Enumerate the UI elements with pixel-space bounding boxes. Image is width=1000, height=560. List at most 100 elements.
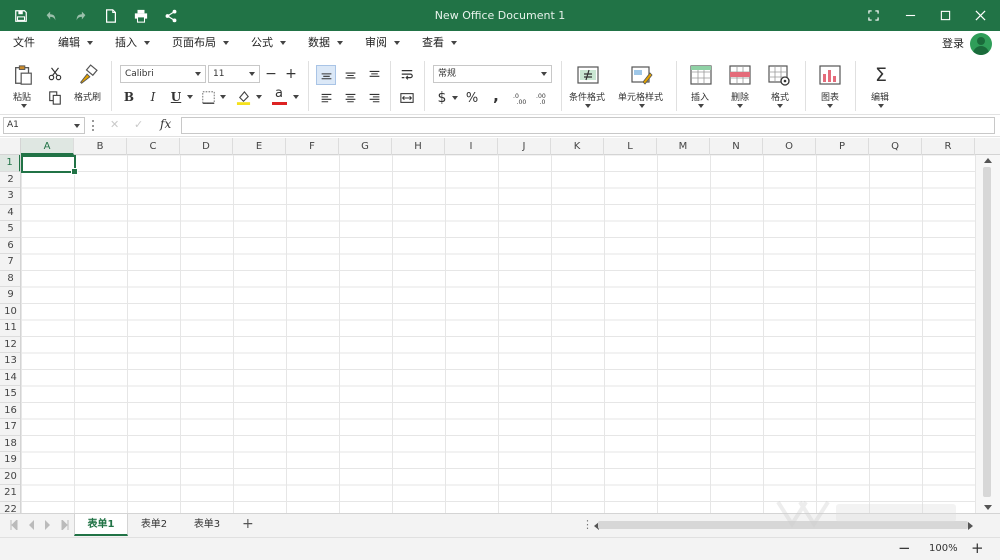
column-header[interactable]: E <box>233 138 286 155</box>
border-button[interactable] <box>200 89 216 105</box>
row-header[interactable]: 20 <box>0 469 20 485</box>
confirm-edit-button[interactable]: ✓ <box>134 118 143 131</box>
insert-function-button[interactable]: fx <box>160 117 171 131</box>
new-document-icon[interactable] <box>96 0 126 31</box>
insert-cells-button[interactable] <box>689 63 713 87</box>
menu-data[interactable]: 数据 <box>308 31 343 57</box>
row-header[interactable]: 12 <box>0 337 20 353</box>
save-icon[interactable] <box>6 0 36 31</box>
column-header[interactable]: G <box>339 138 392 155</box>
row-header[interactable]: 15 <box>0 386 20 403</box>
row-header[interactable]: 3 <box>0 188 20 205</box>
merge-cells-button[interactable] <box>397 88 417 108</box>
column-header[interactable]: D <box>180 138 233 155</box>
wrap-text-button[interactable] <box>397 65 417 85</box>
chevron-down-icon[interactable] <box>777 104 783 108</box>
sheet-tab-1[interactable]: 表单1 <box>74 514 128 536</box>
bold-button[interactable]: B <box>120 88 138 106</box>
share-icon[interactable] <box>156 0 186 31</box>
formula-input[interactable] <box>181 117 995 134</box>
underline-button[interactable]: U <box>168 88 184 106</box>
column-header[interactable]: B <box>74 138 127 155</box>
menu-review[interactable]: 审阅 <box>365 31 400 57</box>
row-header[interactable]: 4 <box>0 205 20 221</box>
row-header[interactable]: 14 <box>0 370 20 386</box>
prev-sheet-icon[interactable] <box>27 520 35 530</box>
cell-grid[interactable] <box>21 155 976 513</box>
chevron-down-icon[interactable] <box>220 95 226 99</box>
column-header[interactable]: R <box>922 138 975 155</box>
align-top-button[interactable] <box>316 65 336 85</box>
row-header[interactable]: 13 <box>0 353 20 370</box>
font-size-select[interactable]: 11 <box>208 65 260 83</box>
scroll-right-icon[interactable] <box>968 522 973 530</box>
chevron-down-icon[interactable] <box>878 104 884 108</box>
row-header[interactable]: 10 <box>0 304 20 320</box>
close-icon[interactable] <box>963 0 997 31</box>
name-box[interactable]: A1 <box>3 117 85 134</box>
tab-splitter-handle[interactable]: ⋮ <box>582 518 593 531</box>
decrease-font-button[interactable]: − <box>262 65 280 83</box>
chevron-down-icon[interactable] <box>21 104 27 108</box>
align-left-button[interactable] <box>316 88 336 108</box>
paste-button[interactable] <box>10 62 36 88</box>
chevron-down-icon[interactable] <box>452 96 458 100</box>
zoom-out-button[interactable]: − <box>898 539 911 557</box>
column-header[interactable]: J <box>498 138 551 155</box>
align-bottom-button[interactable] <box>364 65 384 85</box>
zoom-level[interactable]: 100% <box>929 543 958 554</box>
fill-color-button[interactable] <box>234 87 252 107</box>
align-center-button[interactable] <box>340 88 360 108</box>
column-header[interactable]: C <box>127 138 180 155</box>
chevron-down-icon[interactable] <box>827 104 833 108</box>
menu-page-layout[interactable]: 页面布局 <box>172 31 229 57</box>
font-name-select[interactable]: Calibri <box>120 65 206 83</box>
row-header[interactable]: 8 <box>0 271 20 287</box>
copy-button[interactable] <box>46 89 64 107</box>
login-link[interactable]: 登录 <box>942 35 964 51</box>
chevron-down-icon[interactable] <box>698 104 704 108</box>
chevron-down-icon[interactable] <box>737 104 743 108</box>
vertical-scrollbar[interactable] <box>976 155 1000 513</box>
column-header[interactable]: A <box>21 138 74 155</box>
italic-button[interactable]: I <box>144 88 162 106</box>
column-header[interactable]: I <box>445 138 498 155</box>
redo-icon[interactable] <box>66 0 96 31</box>
increase-decimal-button[interactable]: .0.00 <box>510 88 530 108</box>
percent-button[interactable]: % <box>463 88 481 108</box>
format-painter-button[interactable] <box>75 62 101 88</box>
column-header[interactable]: N <box>710 138 763 155</box>
chevron-down-icon[interactable] <box>187 95 193 99</box>
scroll-down-icon[interactable] <box>984 505 992 510</box>
vertical-scroll-thumb[interactable] <box>983 167 991 497</box>
menu-view[interactable]: 查看 <box>422 31 457 57</box>
select-all-corner[interactable] <box>0 138 21 155</box>
add-sheet-button[interactable]: + <box>242 516 254 532</box>
row-header[interactable]: 1 <box>0 155 20 172</box>
fullscreen-icon[interactable] <box>856 0 890 31</box>
sheet-tab-2[interactable]: 表单2 <box>128 514 180 536</box>
print-icon[interactable] <box>126 0 156 31</box>
sum-icon[interactable]: Σ <box>869 63 893 87</box>
menu-insert[interactable]: 插入 <box>115 31 150 57</box>
column-header[interactable]: K <box>551 138 604 155</box>
font-color-button[interactable]: a <box>270 86 288 106</box>
row-header[interactable]: 5 <box>0 221 20 238</box>
column-header[interactable]: O <box>763 138 816 155</box>
chevron-down-icon[interactable] <box>585 104 591 108</box>
row-header[interactable]: 18 <box>0 436 20 452</box>
column-header[interactable]: L <box>604 138 657 155</box>
selected-cell-indicator[interactable] <box>21 155 78 175</box>
row-header[interactable]: 21 <box>0 485 20 502</box>
decrease-decimal-button[interactable]: .00.0 <box>533 88 553 108</box>
column-header[interactable]: F <box>286 138 339 155</box>
maximize-icon[interactable] <box>928 0 962 31</box>
column-header[interactable]: H <box>392 138 445 155</box>
avatar[interactable] <box>970 33 992 55</box>
column-header[interactable]: M <box>657 138 710 155</box>
currency-button[interactable]: $ <box>435 88 449 108</box>
minimize-icon[interactable] <box>893 0 927 31</box>
menu-file[interactable]: 文件 <box>13 31 35 57</box>
sheet-tab-3[interactable]: 表单3 <box>181 514 233 536</box>
column-header[interactable]: P <box>816 138 869 155</box>
